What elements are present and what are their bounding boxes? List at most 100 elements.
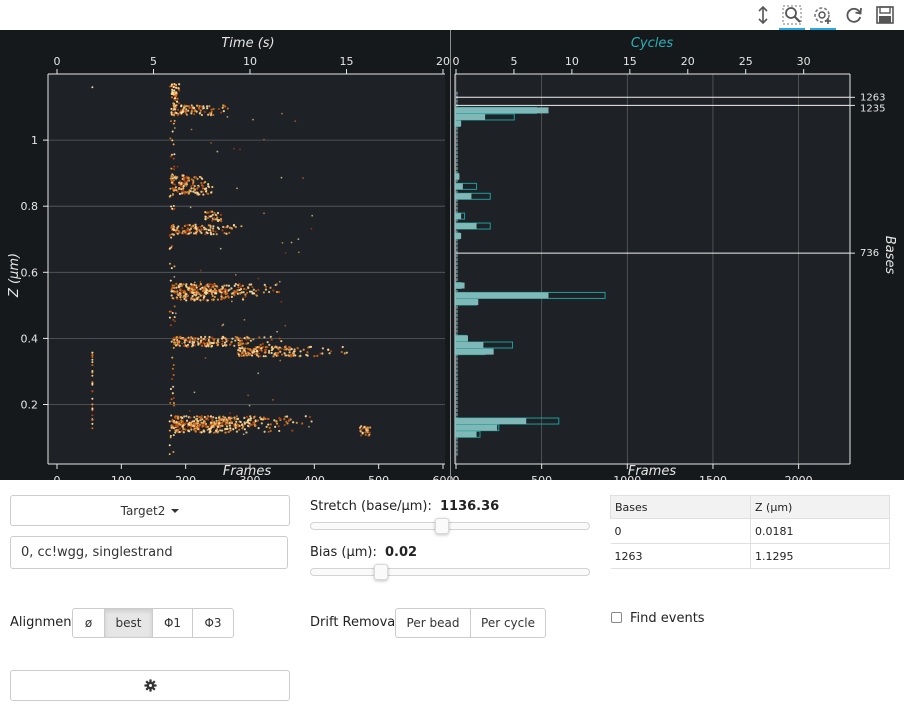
event-point [91, 86, 94, 89]
event-point [227, 430, 230, 434]
alignment-phi1-button[interactable]: Φ1 [152, 608, 193, 638]
histogram-baseline-bar [456, 127, 459, 131]
event-point [229, 412, 231, 415]
event-point [197, 337, 200, 341]
event-point [204, 227, 207, 230]
alignment-none-button[interactable]: ø [72, 608, 105, 638]
alignment-phi3-button[interactable]: Φ3 [192, 608, 234, 638]
settings-button[interactable] [10, 670, 290, 701]
event-point [210, 421, 213, 424]
drift-per-bead-button[interactable]: Per bead [395, 608, 471, 638]
event-point [199, 109, 202, 112]
event-point [279, 359, 282, 362]
y-wheel-zoom-icon[interactable] [750, 2, 776, 28]
event-point [212, 229, 215, 233]
table-cell[interactable]: 1263 [610, 543, 751, 569]
table-cell[interactable]: 0 [610, 518, 751, 544]
event-point [243, 337, 246, 340]
table-cell[interactable]: 1.1295 [750, 543, 890, 569]
stretch-slider-handle[interactable] [435, 518, 450, 534]
event-point [172, 397, 175, 400]
oligos-input[interactable] [10, 536, 288, 569]
reset-icon[interactable] [841, 2, 867, 28]
stretch-label: Stretch (base/μm): [310, 499, 432, 514]
histogram-bar [456, 342, 484, 349]
event-point [206, 232, 209, 235]
event-point [205, 345, 208, 348]
event-point [237, 353, 240, 356]
event-point [183, 109, 186, 112]
event-point [280, 339, 283, 343]
histogram-plot[interactable]: 12631235736 0500100015002000051015202530… [453, 36, 898, 480]
hist-frames-axis-label: Frames [628, 464, 676, 479]
histogram-bar [456, 299, 479, 306]
alignment-best-button[interactable]: best [104, 608, 153, 638]
event-point [247, 286, 250, 290]
cycles-axis-label: Cycles [631, 36, 674, 51]
event-point [210, 345, 213, 348]
histogram-baseline-bar [456, 408, 459, 412]
column-header-bases[interactable]: Bases [610, 495, 751, 519]
event-point [259, 343, 262, 346]
event-point [172, 450, 175, 453]
event-point [185, 283, 188, 286]
box-zoom-icon[interactable] [779, 2, 805, 30]
event-point [281, 353, 284, 356]
bias-slider-handle[interactable] [373, 564, 388, 580]
event-point [206, 415, 209, 418]
event-point [211, 185, 214, 189]
event-point [226, 225, 229, 228]
event-point [168, 195, 171, 198]
event-point [270, 351, 273, 355]
event-point [193, 189, 196, 192]
histogram-baseline-bar [456, 329, 459, 333]
event-point [275, 290, 278, 294]
events-plot[interactable]: 0.20.40.60.81010020030040050060005101520… [7, 36, 454, 480]
event-point [257, 352, 260, 355]
wheel-zoom-icon[interactable] [810, 2, 836, 30]
histogram-baseline-bar [456, 357, 459, 361]
save-icon[interactable] [872, 2, 898, 28]
bias-slider-track[interactable] [310, 568, 590, 576]
event-point [254, 419, 257, 422]
event-point [196, 186, 200, 189]
time-tick-label: 10 [243, 55, 257, 68]
event-point [278, 280, 281, 283]
event-point [327, 348, 330, 351]
event-point [170, 426, 173, 429]
event-point [183, 415, 186, 418]
event-point [172, 346, 175, 349]
event-point [187, 423, 190, 426]
event-point [292, 350, 295, 353]
peaks-table[interactable]: Bases Z (μm) 0 0.0181 1263 1.1295 [610, 495, 890, 569]
sequence-dropdown[interactable]: Target2 [10, 495, 290, 526]
event-point [221, 324, 224, 327]
histogram-baseline-bar [456, 377, 459, 381]
event-point [211, 336, 214, 339]
event-point [169, 234, 172, 237]
drift-removal-label: Drift Removal [310, 615, 399, 630]
events-plot-area [48, 74, 445, 464]
caret-down-icon [171, 508, 180, 513]
event-point [269, 423, 272, 426]
event-point [211, 294, 214, 298]
table-row[interactable]: 1263 1.1295 [610, 543, 890, 569]
stretch-slider-track[interactable] [310, 522, 590, 530]
event-point [187, 429, 190, 432]
event-point [310, 227, 313, 230]
event-point [266, 341, 269, 344]
event-point [242, 287, 246, 291]
column-header-z[interactable]: Z (μm) [750, 495, 890, 519]
event-point [188, 409, 191, 412]
plots-area[interactable]: 0.20.40.60.81010020030040050060005101520… [0, 30, 904, 480]
event-point [267, 351, 271, 354]
drift-per-cycle-button[interactable]: Per cycle [470, 608, 546, 638]
find-events-checkbox[interactable] [611, 612, 622, 623]
event-point [201, 187, 205, 190]
event-point [229, 343, 232, 346]
table-row[interactable]: 0 0.0181 [610, 518, 890, 544]
event-point [222, 104, 225, 107]
y-tick-label: 0.8 [21, 200, 39, 213]
event-point [178, 430, 181, 434]
table-cell[interactable]: 0.0181 [750, 518, 890, 544]
